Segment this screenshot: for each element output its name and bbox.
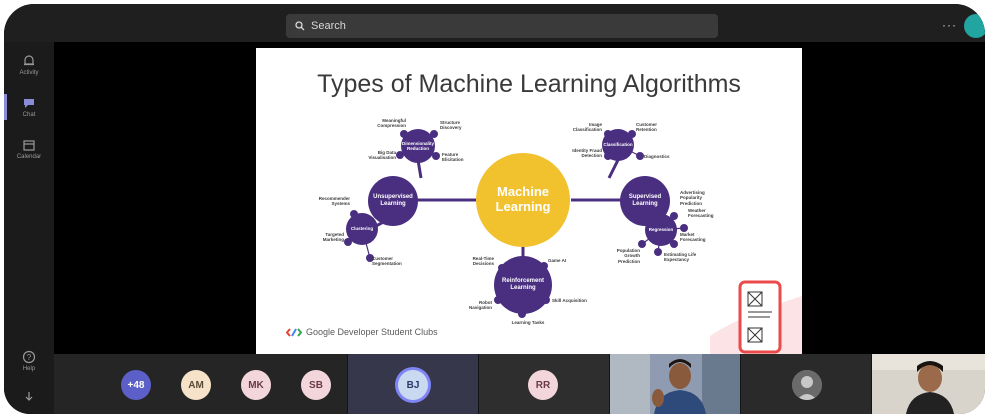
presentation-slide: Types of Machine Learning Algorithms Mac…	[256, 48, 802, 354]
leaf-label: Game AI	[548, 258, 567, 263]
rail-item-chat[interactable]: Chat	[4, 96, 54, 118]
participant-video-feed	[610, 354, 740, 414]
chat-icon	[24, 99, 34, 108]
subnode-dimensionality-reduction: Dimensionality Reduction	[401, 129, 435, 163]
participant-video-tile[interactable]	[872, 354, 985, 414]
leaf-label: Structure Discovery	[440, 120, 462, 131]
gdsc-text: Google Developer Student Clubs	[306, 327, 438, 337]
branch-reinforcement: Reinforcement Learning	[494, 256, 552, 314]
participant-avatar-speaking[interactable]: BJ	[398, 370, 428, 400]
participant-video-tile[interactable]	[610, 354, 740, 414]
leaf-label: Weather Forecasting	[688, 208, 714, 219]
rail-item-calendar[interactable]: Calendar	[4, 138, 54, 160]
search-icon	[295, 21, 305, 31]
branch-unsupervised: Unsupervised Learning	[368, 176, 418, 226]
user-avatar[interactable]	[964, 14, 985, 38]
leaf-label: Recommender Systems	[318, 196, 350, 207]
leaf-label: Identity Fraud Detection	[572, 148, 602, 159]
participant-avatar[interactable]: SB	[301, 370, 331, 400]
leaf-label: Advertising Popularity Prediction	[680, 190, 705, 206]
leaf-label: Customer Segmentation	[372, 256, 402, 267]
leaf-label: Targeted Marketing	[322, 232, 344, 243]
participant-avatar[interactable]: MK	[241, 370, 271, 400]
participant-overflow-count[interactable]: +48	[121, 370, 151, 400]
slide-footer: Google Developer Student Clubs	[286, 327, 438, 337]
leaf-label: Robot Navigation	[468, 300, 492, 311]
leaf-label: Population Growth Prediction	[616, 248, 640, 264]
leaf-label: Market Forecasting	[680, 232, 706, 243]
leaf-label: Big Data Visualisation	[368, 150, 396, 161]
rail-label-calendar: Calendar	[16, 154, 42, 160]
teams-meeting-window: Search ··· Activity Chat Calendar ? Help…	[4, 4, 985, 414]
phone-illustration	[710, 280, 802, 354]
gdsc-logo-icon	[286, 327, 302, 337]
rail-label-chat: Chat	[22, 112, 36, 118]
calendar-icon	[23, 140, 35, 151]
subnode-clustering: Clustering	[346, 213, 378, 245]
participant-photo-avatar[interactable]	[792, 370, 822, 400]
leaf-label: Diagnostics	[644, 154, 670, 159]
leaf-label: Skill Acquisition	[552, 298, 587, 303]
title-bar: Search ···	[4, 4, 985, 42]
center-node: Machine Learning	[476, 153, 570, 247]
rail-label-activity: Activity	[19, 70, 39, 76]
leaf-label: Customer Retention	[636, 122, 658, 133]
participant-photo	[792, 370, 822, 400]
leaf-label: Real-Time Decisions	[472, 256, 494, 267]
help-icon: ?	[22, 350, 36, 364]
download-icon	[25, 392, 33, 401]
rail-item-help[interactable]: ? Help	[4, 350, 54, 372]
leaf-label: Image Classification	[572, 122, 602, 133]
subnode-classification: Classification	[602, 129, 634, 161]
search-box[interactable]: Search	[286, 14, 718, 38]
leaf-label: Meaningful Compression	[377, 118, 406, 129]
participant-avatar[interactable]: AM	[181, 370, 211, 400]
shared-screen-stage: Types of Machine Learning Algorithms Mac…	[54, 42, 985, 354]
bell-icon	[24, 55, 34, 66]
participant-video-feed	[872, 354, 985, 414]
participant-avatar[interactable]: RR	[528, 370, 558, 400]
app-rail: Activity Chat Calendar ? Help	[4, 42, 54, 414]
leaf-label: Feature Elicitation	[442, 152, 464, 163]
leaf-label: Estimating Life Expectancy	[664, 252, 697, 263]
search-placeholder: Search	[311, 20, 346, 32]
subnode-regression: Regression	[645, 214, 677, 246]
rail-label-help: Help	[22, 366, 36, 372]
svg-text:?: ?	[27, 353, 32, 362]
more-options-button[interactable]: ···	[942, 18, 957, 32]
rail-item-activity[interactable]: Activity	[4, 54, 54, 76]
rail-item-download[interactable]	[4, 390, 54, 406]
participant-strip: +48 AM MK SB BJ RR	[54, 354, 985, 414]
leaf-label: Learning Tasks	[511, 320, 545, 325]
